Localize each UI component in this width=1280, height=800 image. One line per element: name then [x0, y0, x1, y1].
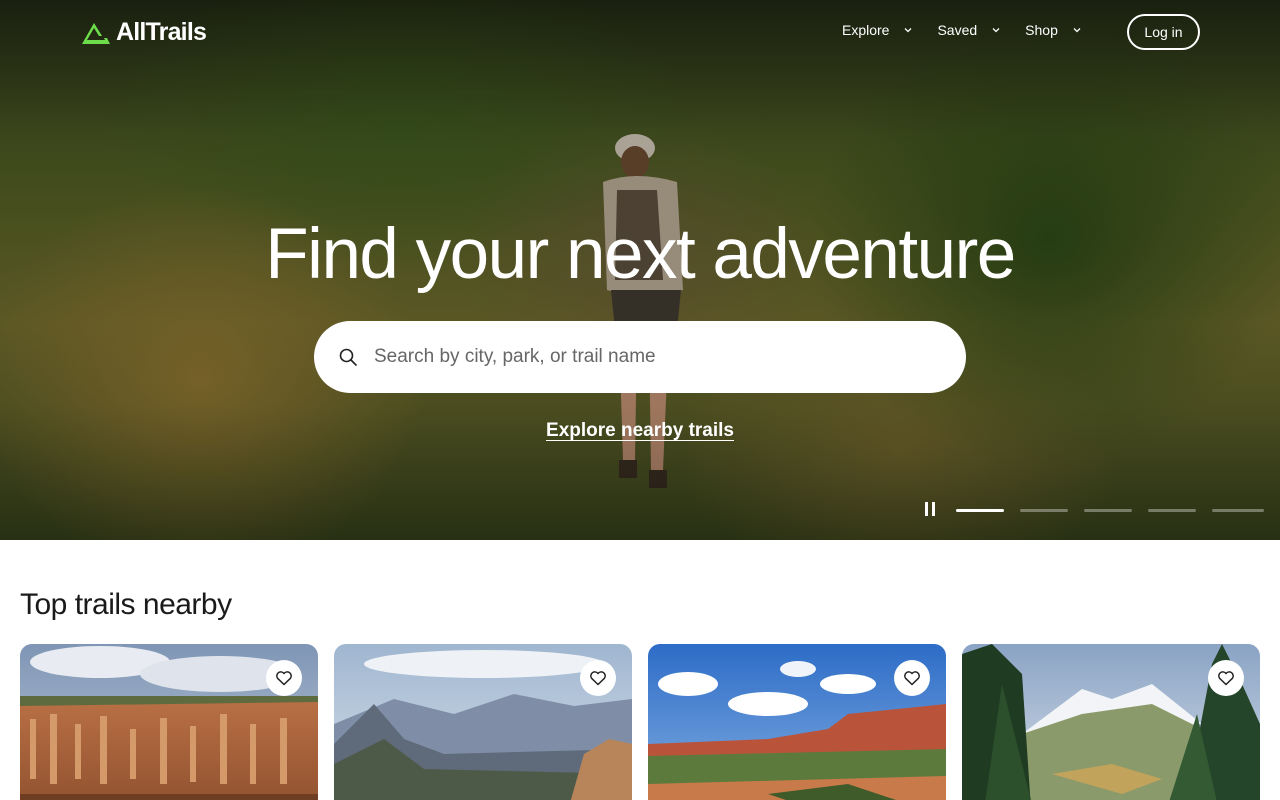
favorite-button[interactable]: [1208, 660, 1244, 696]
chevron-down-icon: [992, 28, 1000, 33]
search-bar[interactable]: [314, 321, 966, 393]
section-title: Top trails nearby: [20, 588, 232, 621]
slide-indicator[interactable]: [1084, 509, 1132, 512]
slide-indicator[interactable]: [1020, 509, 1068, 512]
logo-icon: [82, 22, 110, 44]
explore-nearby-link[interactable]: Explore nearby trails: [546, 420, 734, 441]
heart-icon: [590, 671, 606, 686]
pause-icon: [925, 502, 928, 516]
heart-icon: [1218, 671, 1234, 686]
chevron-down-icon: [905, 28, 912, 33]
trail-card[interactable]: [334, 644, 632, 800]
logo-text: AllTrails: [116, 18, 207, 46]
favorite-button[interactable]: [894, 660, 930, 696]
nav-explore[interactable]: Explore: [842, 22, 913, 38]
alltrails-logo[interactable]: AllTrails: [80, 18, 207, 47]
login-button[interactable]: Log in: [1127, 14, 1200, 50]
nav-menu: Explore Saved Shop: [842, 22, 1082, 38]
nav-shop-label: Shop: [1025, 22, 1058, 38]
trail-card[interactable]: [20, 644, 318, 800]
top-nav: AllTrails Explore Saved Shop Log in: [0, 0, 1280, 64]
search-icon: [339, 348, 357, 366]
explore-link-row: Explore nearby trails: [0, 420, 1280, 442]
favorite-button[interactable]: [266, 660, 302, 696]
heart-icon: [276, 671, 292, 686]
trail-card[interactable]: [648, 644, 946, 800]
nav-saved-label: Saved: [937, 22, 978, 38]
slide-indicator[interactable]: [1212, 509, 1264, 512]
chevron-down-icon: [1073, 28, 1081, 33]
pause-button[interactable]: [922, 502, 938, 518]
nav-shop[interactable]: Shop: [1025, 22, 1082, 38]
search-input[interactable]: [374, 341, 934, 373]
trail-card[interactable]: [962, 644, 1260, 800]
heart-icon: [904, 671, 920, 686]
hero-title: Find your next adventure: [265, 215, 1016, 294]
favorite-button[interactable]: [580, 660, 616, 696]
nav-explore-label: Explore: [842, 22, 890, 38]
nav-saved[interactable]: Saved: [937, 22, 1001, 38]
slide-indicator[interactable]: [956, 509, 1004, 512]
slide-indicator[interactable]: [1148, 509, 1196, 512]
